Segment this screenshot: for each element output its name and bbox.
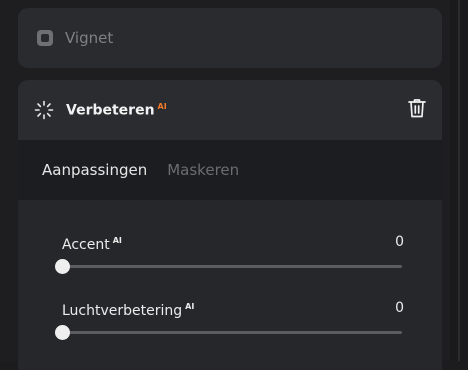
ai-badge: AI [185,302,195,312]
slider-track[interactable] [55,325,402,340]
slider-label: Accent AI [62,236,122,253]
slider-label-text: Luchtverbetering [62,303,183,319]
slider-luchtverbetering: Luchtverbetering AI 0 [55,300,404,340]
adjustments-panel: Vignet Verbeteren AI Aanpassingen Masker… [0,0,450,370]
tab-maskeren[interactable]: Maskeren [167,161,239,179]
slider-accent: Accent AI 0 [55,234,404,274]
slider-value[interactable]: 0 [395,300,404,316]
ai-badge: AI [112,236,122,246]
slider-track[interactable] [55,259,402,274]
trash-icon [408,98,426,122]
enhance-title-text: Verbeteren [66,102,155,119]
sparkle-icon [34,100,54,120]
slider-label-text: Accent [62,237,110,253]
delete-button[interactable] [406,99,428,121]
slider-handle[interactable] [55,259,70,274]
tab-aanpassingen[interactable]: Aanpassingen [42,161,147,179]
tab-bar: Aanpassingen Maskeren [18,140,442,200]
enhance-header[interactable]: Verbeteren AI [18,80,442,140]
vignet-label: Vignet [65,29,114,47]
divider-line [458,0,460,361]
slider-handle[interactable] [55,325,70,340]
enhance-section: Verbeteren AI Aanpassingen Maskeren Acce… [18,80,442,370]
slider-label: Luchtverbetering AI [62,302,195,319]
slider-list: Accent AI 0 Luchtverbetering AI 0 [18,200,442,370]
slider-value[interactable]: 0 [395,234,404,250]
enhance-title: Verbeteren AI [66,102,167,119]
panel-divider [450,0,468,361]
vignet-icon [37,30,53,46]
vignet-section[interactable]: Vignet [18,8,442,68]
ai-badge: AI [157,101,167,111]
